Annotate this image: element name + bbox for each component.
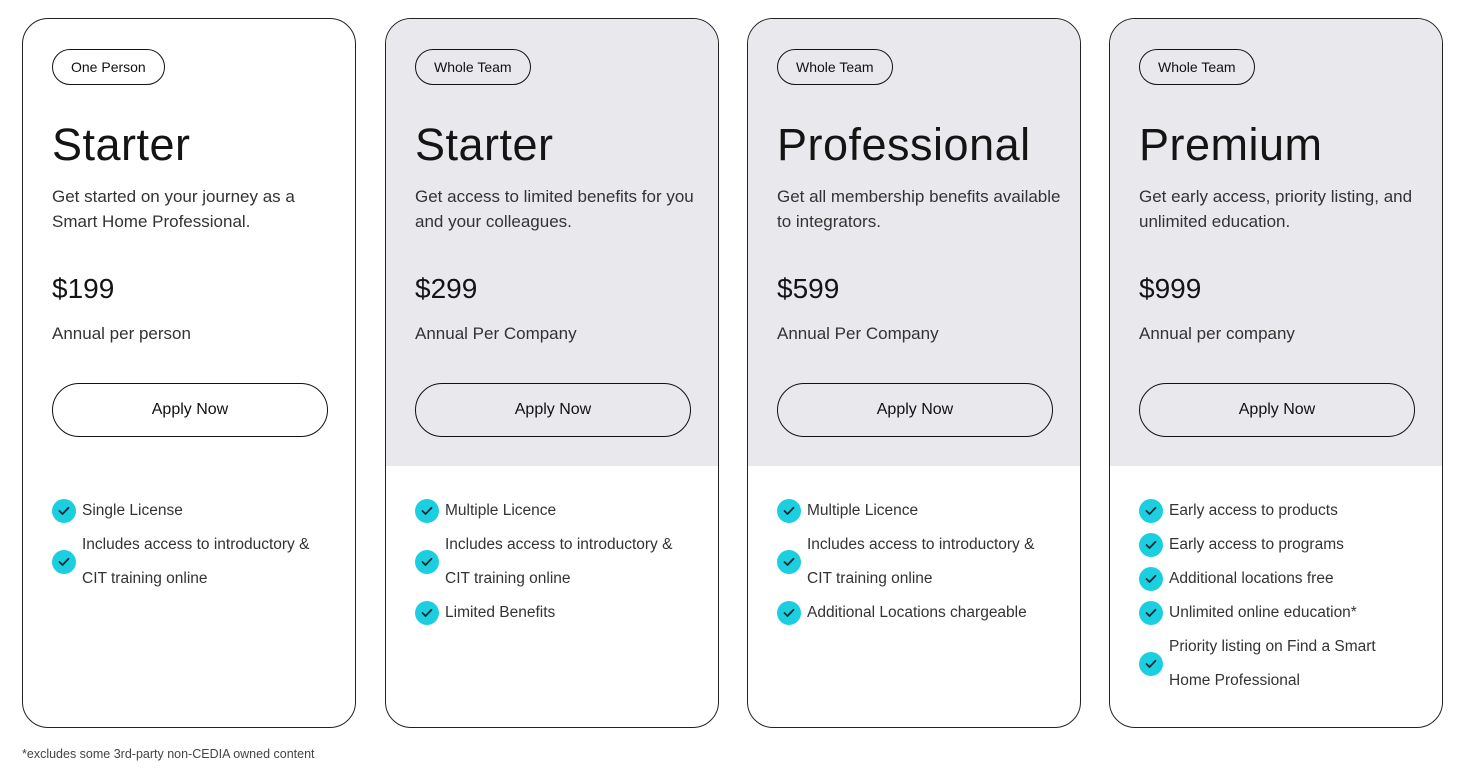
feature-item: Additional Locations chargeable bbox=[777, 596, 1077, 630]
feature-list: Single License Includes access to introd… bbox=[52, 494, 352, 596]
apply-now-button[interactable]: Apply Now bbox=[777, 383, 1053, 437]
plan-card-starter-person: One Person Starter Get started on your j… bbox=[22, 18, 356, 728]
feature-item: Single License bbox=[52, 494, 352, 528]
feature-item: Includes access to introductory & CIT tr… bbox=[52, 528, 352, 596]
check-circle-icon bbox=[415, 601, 439, 625]
plan-title: Starter bbox=[415, 119, 554, 170]
check-circle-icon bbox=[52, 550, 76, 574]
feature-item: Limited Benefits bbox=[415, 596, 715, 630]
apply-now-button[interactable]: Apply Now bbox=[1139, 383, 1415, 437]
plan-description: Get access to limited benefits for you a… bbox=[415, 187, 694, 231]
check-circle-icon bbox=[1139, 652, 1163, 676]
plan-description: Get all membership benefits available to… bbox=[777, 187, 1061, 231]
feature-item: Early access to products bbox=[1139, 494, 1439, 528]
plan-badge: Whole Team bbox=[1139, 49, 1255, 85]
feature-text: Multiple Licence bbox=[445, 502, 557, 519]
feature-text: Unlimited online education* bbox=[1169, 604, 1357, 621]
feature-text: Multiple Licence bbox=[807, 502, 919, 519]
feature-text: Early access to products bbox=[1169, 502, 1338, 519]
feature-text: Priority listing on Find a Smart Home Pr… bbox=[1169, 638, 1376, 689]
feature-text: Additional locations free bbox=[1169, 570, 1334, 587]
plan-card-premium: Whole Team Premium Get early access, pri… bbox=[1109, 18, 1443, 728]
plan-description: Get early access, priority listing, and … bbox=[1139, 187, 1413, 231]
plan-price: $599 bbox=[777, 273, 840, 304]
plan-card-professional: Whole Team Professional Get all membersh… bbox=[747, 18, 1081, 728]
feature-item: Early access to programs bbox=[1139, 528, 1439, 562]
feature-item: Multiple Licence bbox=[777, 494, 1077, 528]
plan-badge: One Person bbox=[52, 49, 165, 85]
check-circle-icon bbox=[777, 550, 801, 574]
check-circle-icon bbox=[415, 499, 439, 523]
check-circle-icon bbox=[1139, 567, 1163, 591]
feature-list: Multiple Licence Includes access to intr… bbox=[777, 494, 1077, 630]
plan-period: Annual Per Company bbox=[777, 324, 939, 343]
plan-description: Get started on your journey as a Smart H… bbox=[52, 187, 295, 231]
check-circle-icon bbox=[777, 601, 801, 625]
check-circle-icon bbox=[52, 499, 76, 523]
apply-now-button[interactable]: Apply Now bbox=[415, 383, 691, 437]
check-circle-icon bbox=[777, 499, 801, 523]
check-circle-icon bbox=[1139, 499, 1163, 523]
plan-title: Starter bbox=[52, 119, 191, 170]
apply-now-button[interactable]: Apply Now bbox=[52, 383, 328, 437]
feature-text: Single License bbox=[82, 502, 183, 519]
feature-list: Multiple Licence Includes access to intr… bbox=[415, 494, 715, 630]
plan-title: Premium bbox=[1139, 119, 1323, 170]
feature-text: Includes access to introductory & CIT tr… bbox=[82, 536, 310, 587]
feature-list: Early access to products Early access to… bbox=[1139, 494, 1439, 698]
feature-item: Priority listing on Find a Smart Home Pr… bbox=[1139, 630, 1439, 698]
feature-text: Limited Benefits bbox=[445, 604, 556, 621]
feature-text: Includes access to introductory & CIT tr… bbox=[807, 536, 1035, 587]
footnote: *excludes some 3rd-party non-CEDIA owned… bbox=[22, 747, 315, 761]
feature-item: Includes access to introductory & CIT tr… bbox=[415, 528, 715, 596]
plan-price: $299 bbox=[415, 273, 478, 304]
check-circle-icon bbox=[415, 550, 439, 574]
feature-item: Unlimited online education* bbox=[1139, 596, 1439, 630]
feature-text: Additional Locations chargeable bbox=[807, 604, 1027, 621]
plan-badge: Whole Team bbox=[415, 49, 531, 85]
check-circle-icon bbox=[1139, 601, 1163, 625]
plan-period: Annual Per Company bbox=[415, 324, 577, 343]
feature-item: Multiple Licence bbox=[415, 494, 715, 528]
feature-text: Early access to programs bbox=[1169, 536, 1344, 553]
check-circle-icon bbox=[1139, 533, 1163, 557]
feature-text: Includes access to introductory & CIT tr… bbox=[445, 536, 673, 587]
plan-period: Annual per company bbox=[1139, 324, 1295, 343]
plan-card-starter-team: Whole Team Starter Get access to limited… bbox=[385, 18, 719, 728]
plan-title: Professional bbox=[777, 119, 1031, 170]
feature-item: Additional locations free bbox=[1139, 562, 1439, 596]
feature-item: Includes access to introductory & CIT tr… bbox=[777, 528, 1077, 596]
plan-price: $999 bbox=[1139, 273, 1202, 304]
plan-period: Annual per person bbox=[52, 324, 191, 343]
plan-price: $199 bbox=[52, 273, 115, 304]
plan-badge: Whole Team bbox=[777, 49, 893, 85]
